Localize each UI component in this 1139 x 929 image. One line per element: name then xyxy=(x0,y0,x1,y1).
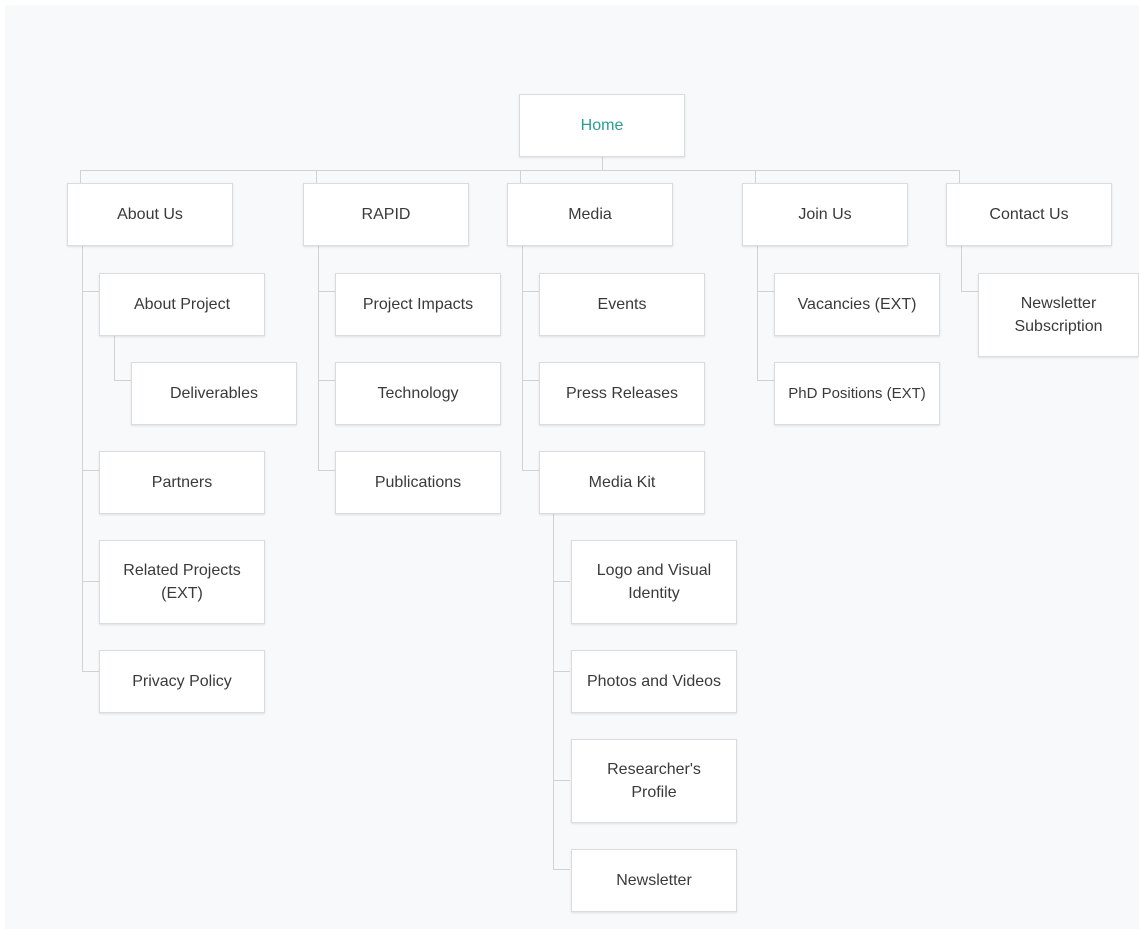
node-project-impacts[interactable]: Project Impacts xyxy=(335,273,501,336)
connector-line xyxy=(553,780,570,781)
node-press-releases[interactable]: Press Releases xyxy=(539,362,705,425)
connector-line xyxy=(114,380,131,381)
node-label: Partners xyxy=(151,474,213,491)
node-media[interactable]: Media xyxy=(507,183,673,246)
connector-line xyxy=(82,671,99,672)
connector-line xyxy=(757,246,758,381)
connector-line xyxy=(520,170,521,183)
node-label: Press Releases xyxy=(565,385,679,402)
connector-line xyxy=(522,246,523,471)
node-label: Contact Us xyxy=(989,206,1069,223)
node-label: Technology xyxy=(377,385,459,402)
node-label: About Us xyxy=(117,206,183,223)
sitemap-canvas: Home About Us RAPID Media Join Us Contac… xyxy=(5,5,1139,929)
node-label: PhD Positions (EXT) xyxy=(788,385,926,402)
connector-line xyxy=(522,470,539,471)
node-partners[interactable]: Partners xyxy=(99,451,265,514)
connector-line xyxy=(961,291,978,292)
node-newsletter-subscription[interactable]: Newsletter Subscription xyxy=(978,273,1139,357)
node-home[interactable]: Home xyxy=(519,94,685,157)
connector-line xyxy=(318,470,335,471)
node-vacancies[interactable]: Vacancies (EXT) xyxy=(774,273,940,336)
node-rapid[interactable]: RAPID xyxy=(303,183,469,246)
node-logo-visual-identity[interactable]: Logo and Visual Identity xyxy=(571,540,737,624)
connector-line xyxy=(602,157,603,170)
connector-line xyxy=(318,380,335,381)
node-media-kit[interactable]: Media Kit xyxy=(539,451,705,514)
node-label: Media Kit xyxy=(588,474,656,491)
node-label: About Project xyxy=(133,296,231,313)
node-researchers-profile[interactable]: Researcher's Profile xyxy=(571,739,737,823)
node-label: Publications xyxy=(374,474,462,491)
connector-line xyxy=(755,170,756,183)
node-join-us[interactable]: Join Us xyxy=(742,183,908,246)
connector-line xyxy=(82,581,99,582)
connector-line xyxy=(316,170,317,183)
node-label: Media xyxy=(568,206,612,223)
node-newsletter[interactable]: Newsletter xyxy=(571,849,737,912)
node-label: Newsletter Subscription xyxy=(1014,295,1103,335)
node-phd-positions[interactable]: PhD Positions (EXT) xyxy=(774,362,940,425)
node-label: Newsletter xyxy=(616,872,692,889)
connector-line xyxy=(757,380,774,381)
node-label: Vacancies (EXT) xyxy=(797,296,917,313)
node-events[interactable]: Events xyxy=(539,273,705,336)
node-label: Deliverables xyxy=(169,385,259,402)
node-label: Logo and Visual Identity xyxy=(596,562,712,602)
connector-line xyxy=(80,170,81,183)
connector-line xyxy=(553,514,554,870)
node-label: Join Us xyxy=(798,206,852,223)
node-technology[interactable]: Technology xyxy=(335,362,501,425)
node-about-us[interactable]: About Us xyxy=(67,183,233,246)
connector-line xyxy=(522,291,539,292)
connector-line xyxy=(318,291,335,292)
connector-line xyxy=(961,246,962,292)
connector-line xyxy=(553,581,570,582)
connector-line xyxy=(553,671,570,672)
connector-line xyxy=(82,291,99,292)
connector-line xyxy=(318,246,319,471)
node-label: Home xyxy=(580,117,624,134)
node-contact-us[interactable]: Contact Us xyxy=(946,183,1112,246)
node-label: Events xyxy=(597,296,647,313)
node-about-project[interactable]: About Project xyxy=(99,273,265,336)
node-privacy-policy[interactable]: Privacy Policy xyxy=(99,650,265,713)
connector-line xyxy=(82,470,99,471)
node-label: Project Impacts xyxy=(362,296,474,313)
node-deliverables[interactable]: Deliverables xyxy=(131,362,297,425)
connector-line xyxy=(959,170,960,183)
node-label: RAPID xyxy=(361,206,411,223)
node-label: Related Projects (EXT) xyxy=(123,562,241,602)
node-label: Photos and Videos xyxy=(586,673,722,690)
connector-line xyxy=(522,380,539,381)
node-label: Researcher's Profile xyxy=(607,761,701,801)
node-related-projects[interactable]: Related Projects (EXT) xyxy=(99,540,265,624)
connector-line xyxy=(114,336,115,381)
node-publications[interactable]: Publications xyxy=(335,451,501,514)
connector-line xyxy=(757,291,774,292)
node-photos-videos[interactable]: Photos and Videos xyxy=(571,650,737,713)
connector-line xyxy=(553,869,570,870)
connector-line xyxy=(82,246,83,672)
node-label: Privacy Policy xyxy=(132,673,232,690)
